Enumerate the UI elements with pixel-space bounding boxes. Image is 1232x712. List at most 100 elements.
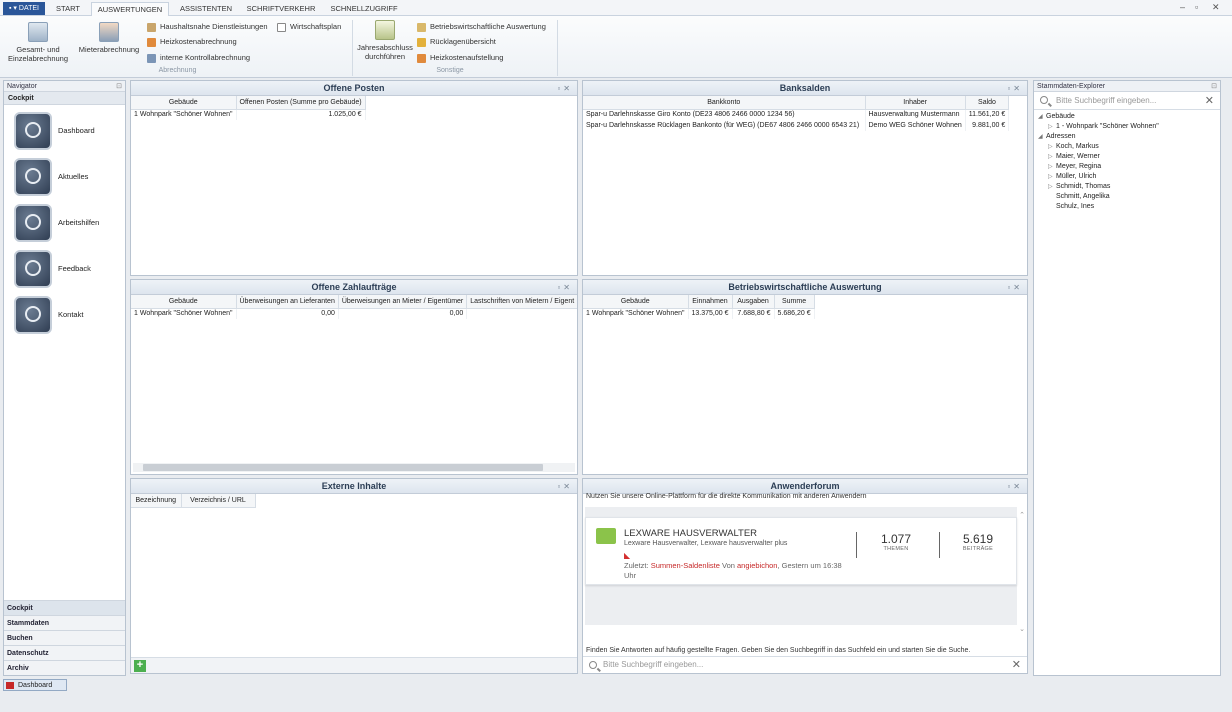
expand-arrow-icon[interactable]: ▷ bbox=[1048, 152, 1056, 162]
nav-item-feedback[interactable]: Feedback bbox=[10, 250, 120, 292]
column-header[interactable]: Gebäude bbox=[583, 295, 689, 309]
ribbon-tab-bar: ▪ ▾ DATEI START AUSWERTUNGEN ASSISTENTEN… bbox=[0, 0, 1232, 16]
bottom-nav-buchen[interactable]: Buchen bbox=[4, 630, 125, 645]
panel-controls[interactable]: ▫✕ bbox=[1007, 81, 1023, 96]
tree-node[interactable]: ▷ Meyer, Regina bbox=[1038, 162, 1216, 172]
column-header[interactable]: Einnahmen bbox=[688, 295, 733, 309]
scrollbar-thumb[interactable] bbox=[143, 464, 543, 471]
nav-item-arbeitshilfen[interactable]: Arbeitshilfen bbox=[10, 204, 120, 246]
bottom-nav-stammdaten[interactable]: Stammdaten bbox=[4, 615, 125, 630]
heizkostenabrechnung-button[interactable]: Heizkostenabrechnung bbox=[147, 35, 237, 48]
bwa-button[interactable]: Betriebswirtschaftliche Auswertung bbox=[417, 20, 546, 33]
panel-controls[interactable]: ▫✕ bbox=[557, 479, 573, 494]
kontrollabrechnung-button[interactable]: interne Kontrollabrechnung bbox=[147, 51, 250, 64]
maximize-button[interactable]: ▫ bbox=[1195, 2, 1198, 12]
horizontal-scrollbar[interactable] bbox=[133, 463, 575, 472]
dashboard-icon bbox=[14, 112, 52, 150]
column-header[interactable]: Saldo bbox=[965, 96, 1010, 110]
table-cell: 1 Wohnpark "Schöner Wohnen" bbox=[583, 308, 689, 319]
clear-search-icon[interactable]: ✕ bbox=[1205, 92, 1214, 110]
last-post-link[interactable]: Summen-Saldenliste bbox=[651, 561, 720, 570]
table-cell: Hausverwaltung Mustermann bbox=[865, 109, 966, 120]
scroll-up-icon[interactable]: ⌃ bbox=[1019, 511, 1025, 519]
tab-schnellzugriff[interactable]: SCHNELLZUGRIFF bbox=[328, 2, 400, 16]
mieterabrechnung-button[interactable]: Mieterabrechnung bbox=[76, 22, 142, 54]
add-icon[interactable]: + bbox=[134, 660, 146, 672]
tree-node[interactable]: Schulz, Ines bbox=[1038, 202, 1216, 212]
forum-search-input[interactable]: Bitte Suchbegriff eingeben... ✕ bbox=[583, 656, 1027, 673]
column-header[interactable]: Offenen Posten (Summe pro Gebäude) bbox=[236, 96, 366, 110]
ruecklagen-button[interactable]: Rücklagenübersicht bbox=[417, 35, 496, 48]
file-menu-button[interactable]: ▪ ▾ DATEI bbox=[3, 2, 45, 15]
forum-last-post: Zuletzt: Summen-Saldenliste Von angiebic… bbox=[624, 561, 849, 581]
tree-node[interactable]: ◢ Gebäude bbox=[1038, 112, 1216, 122]
gesamt-einzelabrechnung-button[interactable]: Gesamt- und Einzelabrechnung bbox=[5, 22, 71, 63]
expand-arrow-icon[interactable]: ◢ bbox=[1038, 132, 1046, 142]
forum-card-title[interactable]: LEXWARE HAUSVERWALTER bbox=[624, 528, 757, 539]
forum-card[interactable]: LEXWARE HAUSVERWALTER Lexware Hausverwal… bbox=[585, 517, 1017, 585]
nav-item-kontakt[interactable]: Kontakt bbox=[10, 296, 120, 338]
tree-node[interactable]: ▷ Koch, Markus bbox=[1038, 142, 1216, 152]
tab-start[interactable]: START bbox=[50, 2, 86, 16]
expand-arrow-icon[interactable]: ▷ bbox=[1048, 162, 1056, 172]
clear-search-icon[interactable]: ✕ bbox=[1012, 657, 1021, 673]
tree-node-label: Müller, Ulrich bbox=[1056, 173, 1097, 180]
column-header[interactable]: Gebäude bbox=[131, 295, 237, 309]
heizkostenaufstellung-button[interactable]: Heizkostenaufstellung bbox=[417, 51, 503, 64]
table-cell: Spar-u Darlehnskasse Rücklagen Bankonto … bbox=[583, 120, 866, 131]
bottom-nav-cockpit[interactable]: Cockpit bbox=[4, 600, 125, 615]
panel-controls[interactable]: ▫✕ bbox=[1007, 479, 1023, 494]
tree-node[interactable]: ▷ Schmidt, Thomas bbox=[1038, 182, 1216, 192]
bottom-nav-archiv[interactable]: Archiv bbox=[4, 660, 125, 675]
expand-arrow-icon[interactable]: ▷ bbox=[1048, 182, 1056, 192]
column-header[interactable]: Summe bbox=[774, 295, 815, 309]
jahresabschluss-button[interactable]: Jahresabschluss durchführen bbox=[356, 20, 414, 61]
rss-icon[interactable]: ◣ bbox=[624, 551, 630, 560]
table-row[interactable]: 1 Wohnpark "Schöner Wohnen" 1.025,00 € bbox=[131, 109, 366, 120]
column-header[interactable]: Bankkonto bbox=[583, 96, 866, 110]
pin-icon[interactable]: ⊡ bbox=[116, 81, 122, 92]
column-header[interactable]: Überweisungen an Mieter / Eigentümer bbox=[338, 295, 468, 309]
table-row[interactable]: 1 Wohnpark "Schöner Wohnen" 0,00 0,00 bbox=[131, 308, 577, 319]
tab-schriftverkehr[interactable]: SCHRIFTVERKEHR bbox=[243, 2, 319, 16]
tree-node[interactable]: ▷ Maier, Werner bbox=[1038, 152, 1216, 162]
table-row[interactable]: Spar-u Darlehnskasse Giro Konto (DE23 48… bbox=[583, 109, 1010, 120]
table-row[interactable]: Spar-u Darlehnskasse Rücklagen Bankonto … bbox=[583, 120, 1010, 131]
column-header[interactable]: Gebäude bbox=[131, 96, 237, 110]
expand-arrow-icon[interactable]: ▷ bbox=[1048, 142, 1056, 152]
column-header[interactable]: Verzeichnis / URL bbox=[181, 494, 256, 508]
expand-arrow-icon[interactable]: ▷ bbox=[1048, 122, 1056, 132]
column-header[interactable]: Bezeichnung bbox=[131, 494, 182, 508]
tree-node[interactable]: ▷ Müller, Ulrich bbox=[1038, 172, 1216, 182]
table-row[interactable]: 1 Wohnpark "Schöner Wohnen" 13.375,00 €7.… bbox=[583, 308, 815, 319]
nav-item-aktuelles[interactable]: Aktuelles bbox=[10, 158, 120, 200]
status-tab-dashboard[interactable]: Dashboard bbox=[3, 679, 67, 691]
tree-node-label: Maier, Werner bbox=[1056, 153, 1100, 160]
tab-assistenten[interactable]: ASSISTENTEN bbox=[175, 2, 237, 16]
expand-arrow-icon[interactable]: ◢ bbox=[1038, 112, 1046, 122]
nav-item-dashboard[interactable]: Dashboard bbox=[10, 112, 120, 154]
column-header[interactable]: Ausgaben bbox=[732, 295, 775, 309]
column-header[interactable]: Überweisungen an Lieferanten bbox=[236, 295, 339, 309]
panel-controls[interactable]: ▫✕ bbox=[557, 280, 573, 295]
scroll-down-icon[interactable]: ⌄ bbox=[1019, 625, 1025, 633]
column-header[interactable]: Lastschriften von Mietern / Eigent bbox=[466, 295, 577, 309]
expand-arrow-icon[interactable]: ▷ bbox=[1048, 172, 1056, 182]
column-header[interactable]: Inhaber bbox=[865, 96, 966, 110]
panel-controls[interactable]: ▫✕ bbox=[1007, 280, 1023, 295]
pin-icon[interactable]: ⊡ bbox=[1211, 81, 1217, 92]
panel-controls[interactable]: ▫✕ bbox=[557, 81, 573, 96]
tab-auswertungen[interactable]: AUSWERTUNGEN bbox=[91, 2, 169, 16]
minimize-button[interactable]: – bbox=[1180, 2, 1185, 12]
tree-node-label: Koch, Markus bbox=[1056, 143, 1099, 150]
close-window-button[interactable]: ✕ bbox=[1212, 2, 1220, 13]
last-user-link[interactable]: angiebichon bbox=[737, 561, 777, 570]
bottom-nav-datenschutz[interactable]: Datenschutz bbox=[4, 645, 125, 660]
tree-node[interactable]: Schmitt, Angelika bbox=[1038, 192, 1216, 202]
haushaltsnahe-button[interactable]: Haushaltsnahe Dienstleistungen bbox=[147, 20, 268, 33]
explorer-search-input[interactable]: Bitte Suchbegriff eingeben... ✕ bbox=[1034, 92, 1220, 110]
tree-node[interactable]: ▷ 1 - Wohnpark "Schöner Wohnen" bbox=[1038, 122, 1216, 132]
tree-node[interactable]: ◢ Adressen bbox=[1038, 132, 1216, 142]
tree-node-label: Gebäude bbox=[1046, 113, 1075, 120]
wirtschaftsplan-button[interactable]: Wirtschaftsplan bbox=[277, 20, 341, 33]
